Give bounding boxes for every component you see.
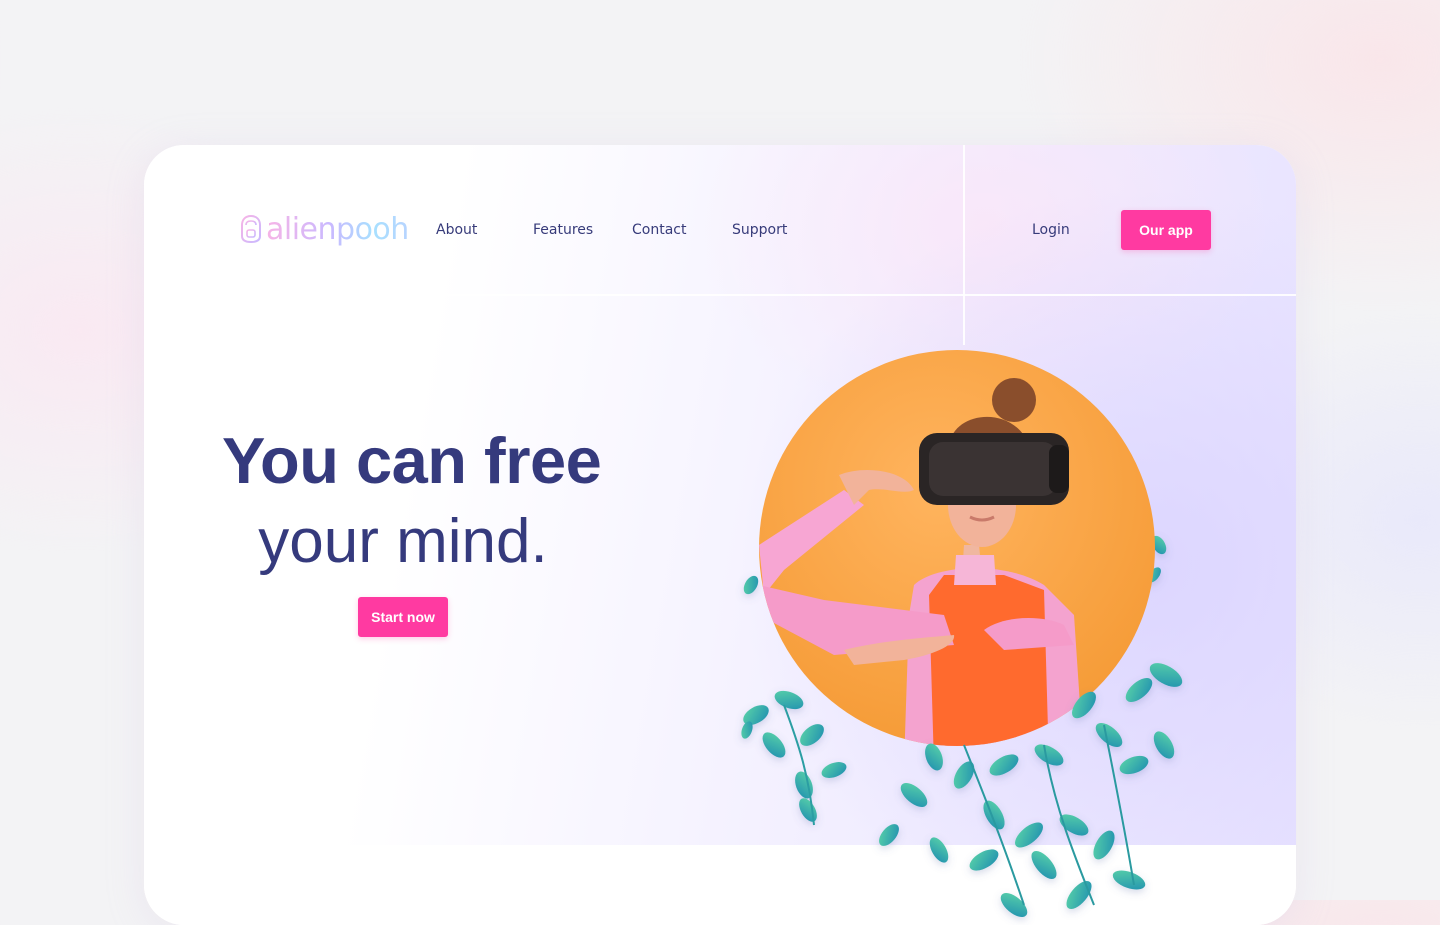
nav-link-contact[interactable]: Contact [632, 222, 686, 238]
grid-line-horizontal [144, 294, 1296, 296]
hero-headline-light: your mind. [258, 507, 548, 576]
alien-logo-icon [241, 214, 261, 244]
our-app-button[interactable]: Our app [1121, 210, 1211, 250]
start-now-button[interactable]: Start now [358, 597, 448, 637]
login-link[interactable]: Login [1032, 222, 1070, 238]
brand-name: alienpooh [266, 211, 409, 247]
grid-line-vertical [963, 145, 965, 345]
nav-link-features[interactable]: Features [533, 222, 593, 238]
brand-logo[interactable]: alienpooh [240, 209, 409, 249]
nav-link-support[interactable]: Support [732, 222, 787, 238]
hero-headline-bold: You can free [222, 424, 602, 497]
page-card: alienpooh About Features Contact Support… [144, 145, 1296, 925]
below-fold [144, 846, 1296, 925]
nav-link-about[interactable]: About [436, 222, 477, 238]
